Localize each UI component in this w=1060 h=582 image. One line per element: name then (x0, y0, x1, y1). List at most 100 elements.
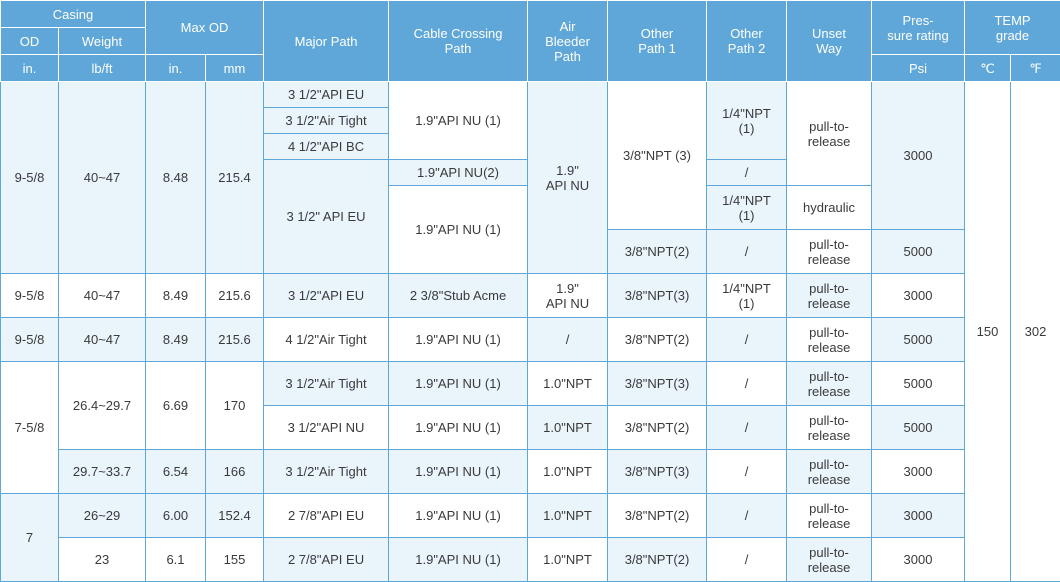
header-text: sure rating (887, 27, 949, 43)
cell-text: 1/4"NPT (722, 280, 771, 296)
cell-other-path-2: / (706, 229, 788, 274)
cell-unset-way: pull-to-release (786, 81, 873, 186)
cell-cable-crossing: 1.9"API NU (1) (388, 317, 529, 362)
table-row: 9-5/8 40~47 8.48 215.4 3 1/2"API EU 1.9"… (0, 81, 1060, 582)
cell-major-path: 3 1/2"API NU (263, 405, 390, 450)
cell-text: pull-to- (809, 500, 849, 516)
header-text: grade (995, 27, 1030, 43)
unit-celsius: ℃ (964, 54, 1012, 82)
cell-text: pull-to- (809, 280, 849, 296)
cell-max-od-mm: 170 (204, 361, 265, 450)
cell-weight: 26.4~29.7 (58, 361, 146, 450)
header-text: Bleeder Path (545, 33, 590, 64)
cell-text: release (807, 559, 851, 575)
cell-cable-crossing: 1.9"API NU (1) (388, 185, 529, 274)
cell-max-od-mm: 166 (204, 449, 265, 494)
header-text: Unset (812, 26, 846, 41)
header-od: OD (0, 27, 59, 55)
header-text: Pres- (902, 12, 934, 28)
cell-text: release (807, 515, 851, 531)
cell-major-path: 3 1/2"Air Tight (263, 361, 390, 406)
cell-pressure: 3000 (871, 493, 966, 538)
unit-maxod-in: in. (145, 54, 206, 82)
header-pressure-rating: Pres-sure rating (871, 0, 966, 55)
header-air-bleeder: Air Bleeder Path (527, 0, 609, 82)
cell-air-bleeder: 1.0"NPT (527, 405, 609, 450)
cell-weight: 26~29 (58, 493, 146, 538)
header-text: TEMP (994, 12, 1031, 28)
header-text: Air (559, 18, 576, 34)
cell-text: pull-to- (809, 456, 849, 472)
header-cable-crossing: Cable Crossing Path (388, 0, 529, 82)
unit-psi: Psi (871, 54, 966, 82)
header-max-od: Max OD (144, 0, 265, 55)
cell-other-path-1: 3/8"NPT(3) (607, 361, 708, 406)
cell-max-od-in: 6.54 (145, 449, 206, 494)
header-other-path-2: Other Path 2 (706, 0, 788, 82)
unit-maxod-mm: mm (204, 54, 265, 82)
header-text: Way (816, 41, 842, 56)
table-row: 7 26~29 6.00 152.4 2 7/8"API EU 1.9"API … (0, 493, 1060, 582)
unit-fahrenheit: ℉ (1010, 54, 1060, 82)
cell-pressure: 5000 (871, 317, 966, 362)
cell-unset-way: pull-to-release (786, 229, 873, 274)
cell-text: pull-to- (809, 118, 849, 134)
cell-text: 1/4"NPT (722, 105, 771, 121)
header-text: Cable Crossing (413, 26, 503, 41)
cell-text: pull-to- (809, 368, 849, 384)
cell-cable-crossing: 1.9"API NU (1) (388, 449, 529, 494)
cell-unset-way: pull-to-release (786, 317, 873, 362)
cell-temp-c: 150 (964, 81, 1012, 582)
cell-weight: 40~47 (58, 317, 146, 362)
cell-pressure: 5000 (871, 361, 966, 406)
cell-air-bleeder: 1.9" API NU (527, 273, 609, 318)
header-other-path-1: Other Path 1 (607, 0, 708, 82)
header-text: Path 1 (638, 41, 676, 56)
cell-text: pull-to- (809, 324, 849, 340)
cell-air-bleeder: 1.9" API NU (527, 81, 609, 274)
cell-text: release (807, 295, 851, 311)
cell-other-path-2: 1/4"NPT (1) (706, 273, 788, 318)
cell-other-path-2: / (706, 449, 788, 494)
cell-cable-crossing: 1.9"API NU (1) (388, 537, 529, 582)
cell-major-path: 2 7/8"API EU (263, 537, 390, 582)
unit-od-in: in. (0, 54, 59, 82)
cell-text: API NU (545, 177, 590, 193)
cell-cable-crossing: 1.9"API NU (1) (388, 81, 529, 160)
cell-other-path-2: 1/4"NPT (1) (706, 81, 788, 160)
cell-max-od-in: 8.49 (145, 273, 206, 318)
unit-weight-lbft: lb/ft (58, 54, 146, 82)
cell-pressure: 3000 (871, 449, 966, 494)
cell-weight: 23 (58, 537, 146, 582)
cell-od: 7-5/8 (0, 361, 59, 494)
cell-max-od-in: 6.69 (145, 361, 206, 450)
cell-other-path-2: / (706, 361, 788, 406)
cell-text: release (807, 427, 851, 443)
cell-text: release (807, 339, 851, 355)
cell-major-path: 4 1/2"Air Tight (263, 317, 390, 362)
cell-pressure: 5000 (871, 405, 966, 450)
cell-major-path: 3 1/2"API EU (263, 81, 390, 108)
cell-other-path-1: 3/8"NPT(2) (607, 537, 708, 582)
cell-max-od-in: 8.48 (145, 81, 206, 274)
cell-text: pull-to- (809, 412, 849, 428)
cell-unset-way: pull-to-release (786, 537, 873, 582)
cell-pressure: 3000 (871, 273, 966, 318)
cell-major-path: 3 1/2"Air Tight (263, 449, 390, 494)
cell-weight: 40~47 (58, 273, 146, 318)
cell-other-path-1: 3/8"NPT(3) (607, 449, 708, 494)
cell-other-path-2: / (706, 537, 788, 582)
cell-text: 1.9" (556, 162, 579, 178)
cell-max-od-in: 6.00 (145, 493, 206, 538)
cell-unset-way: hydraulic (786, 185, 873, 230)
cell-od: 7 (0, 493, 59, 582)
cell-other-path-1: 3/8"NPT(2) (607, 493, 708, 538)
table-row: 29.7~33.7 6.54 166 3 1/2"Air Tight 1.9"A… (1, 449, 1060, 494)
header-text: Other (640, 26, 674, 41)
cell-text: (1) (738, 295, 755, 311)
cell-other-path-1: 3/8"NPT(2) (607, 405, 708, 450)
cell-unset-way: pull-to-release (786, 361, 873, 406)
cell-text: API NU (545, 295, 590, 311)
cell-other-path-2: 1/4"NPT (1) (706, 185, 788, 230)
cell-weight: 29.7~33.7 (58, 449, 146, 494)
